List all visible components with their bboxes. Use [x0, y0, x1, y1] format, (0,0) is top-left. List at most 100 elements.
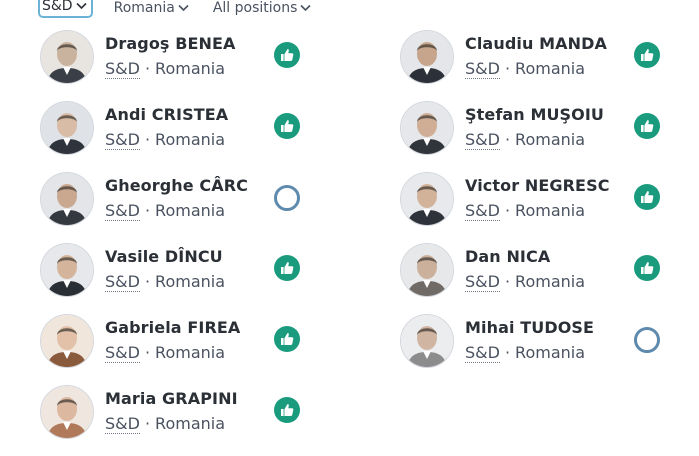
member-row[interactable]: Dan NICA S&D · Romania — [400, 243, 670, 314]
political-group-abbr[interactable]: S&D — [105, 272, 140, 292]
member-name[interactable]: Ştefan MUŞOIU — [465, 105, 609, 124]
member-meta: S&D · Romania — [105, 272, 226, 292]
members-column-left: Dragoş BENEA S&D · Romania Andi CRISTEA S&… — [40, 30, 310, 456]
member-name[interactable]: Vasile DÎNCU — [105, 247, 249, 266]
member-country: Romania — [155, 414, 226, 433]
thumbs-up-icon — [274, 326, 300, 352]
member-country: Romania — [155, 201, 226, 220]
thumbs-up-icon — [274, 255, 300, 281]
member-photo — [400, 30, 454, 84]
member-name[interactable]: Victor NEGRESCU — [465, 176, 609, 195]
member-photo — [40, 172, 94, 226]
member-meta: S&D · Romania — [465, 201, 586, 221]
position-filter-label: All positions — [212, 0, 298, 16]
meta-separator: · — [504, 201, 511, 220]
thumbs-up-icon — [634, 42, 660, 68]
member-row[interactable]: Andi CRISTEA S&D · Romania — [40, 101, 310, 172]
chevron-down-icon — [300, 4, 311, 12]
group-filter-dropdown[interactable]: S&D — [38, 0, 93, 18]
thumbs-up-icon — [634, 184, 660, 210]
member-name[interactable]: Claudiu MANDA — [465, 34, 609, 53]
member-photo — [400, 314, 454, 368]
member-country: Romania — [515, 59, 586, 78]
member-row[interactable]: Mihai TUDOSE S&D · Romania — [400, 314, 670, 385]
meta-separator: · — [144, 343, 151, 362]
chevron-down-icon — [76, 2, 87, 10]
member-meta: S&D · Romania — [105, 130, 226, 150]
political-group-abbr[interactable]: S&D — [465, 130, 500, 150]
empty-circle-icon — [634, 327, 660, 353]
thumbs-up-icon — [274, 397, 300, 423]
meta-separator: · — [504, 272, 511, 291]
member-row[interactable]: Gheorghe CÂRCIU S&D·Romania — [40, 172, 310, 243]
member-name[interactable]: Dragoş BENEA — [105, 34, 249, 53]
member-row[interactable]: Ştefan MUŞOIU S&D · Romania — [400, 101, 670, 172]
member-row[interactable]: Dragoş BENEA S&D · Romania — [40, 30, 310, 101]
member-country: Romania — [515, 272, 586, 291]
meta-separator: · — [504, 59, 511, 78]
thumbs-up-icon — [634, 255, 660, 281]
members-column-right: Claudiu MANDA S&D · Romania Ştefan MUŞOIU … — [400, 30, 670, 385]
member-country: Romania — [155, 343, 226, 362]
member-country: Romania — [155, 272, 226, 291]
member-country: Romania — [515, 130, 586, 149]
country-filter-label: Romania — [113, 0, 175, 16]
chevron-down-icon — [178, 4, 189, 12]
member-meta: S&D · Romania — [465, 272, 586, 292]
member-row[interactable]: Vasile DÎNCU S&D · Romania — [40, 243, 310, 314]
member-row[interactable]: Claudiu MANDA S&D · Romania — [400, 30, 670, 101]
member-meta: S&D · Romania — [105, 201, 226, 221]
member-name[interactable]: Maria GRAPINI — [105, 389, 249, 408]
member-meta: S&D · Romania — [465, 130, 586, 150]
member-name[interactable]: Gabriela FIREA — [105, 318, 249, 337]
member-meta: S&D · Romania — [465, 343, 586, 363]
member-photo — [400, 243, 454, 297]
member-country: Romania — [155, 59, 226, 78]
meta-separator: · — [144, 59, 151, 78]
political-group-abbr[interactable]: S&D — [105, 414, 140, 434]
member-meta: S&D · Romania — [465, 59, 586, 79]
member-photo — [40, 30, 94, 84]
political-group-abbr[interactable]: S&D — [105, 343, 140, 363]
member-row[interactable]: Maria GRAPINI S&D · Romania — [40, 385, 310, 456]
filter-bar: S&D Romania All positions — [0, 0, 332, 18]
member-photo — [40, 243, 94, 297]
political-group-abbr[interactable]: S&D — [465, 272, 500, 292]
member-name[interactable]: Gheorghe CÂRCIU — [105, 176, 249, 195]
meta-separator: · — [144, 414, 151, 433]
member-meta: S&D · Romania — [105, 414, 226, 434]
member-meta: S&D · Romania — [105, 343, 226, 363]
thumbs-up-icon — [634, 113, 660, 139]
member-country: Romania — [515, 343, 586, 362]
political-group-abbr[interactable]: S&D — [465, 59, 500, 79]
meta-separator: · — [144, 201, 151, 220]
political-group-abbr[interactable]: S&D — [105, 201, 140, 221]
member-row[interactable]: Victor NEGRESCU S&D · Romania — [400, 172, 670, 243]
political-group-abbr[interactable]: S&D — [105, 130, 140, 150]
empty-circle-icon — [274, 185, 300, 211]
member-country: Romania — [515, 201, 586, 220]
meta-separator: · — [144, 272, 151, 291]
political-group-abbr[interactable]: S&D — [465, 343, 500, 363]
member-photo — [400, 172, 454, 226]
member-photo — [40, 314, 94, 368]
member-country: Romania — [155, 130, 226, 149]
member-meta: S&D · Romania — [105, 59, 226, 79]
meta-separator: · — [144, 130, 151, 149]
member-row[interactable]: Gabriela FIREA S&D · Romania — [40, 314, 310, 385]
member-name[interactable]: Andi CRISTEA — [105, 105, 249, 124]
thumbs-up-icon — [274, 113, 300, 139]
position-filter-dropdown[interactable]: All positions — [210, 0, 315, 18]
meta-separator: · — [504, 130, 511, 149]
member-name[interactable]: Dan NICA — [465, 247, 609, 266]
member-photo — [400, 101, 454, 155]
thumbs-up-icon — [274, 42, 300, 68]
member-photo — [40, 101, 94, 155]
meta-separator: · — [504, 343, 511, 362]
country-filter-dropdown[interactable]: Romania — [111, 0, 192, 18]
member-photo — [40, 385, 94, 439]
group-filter-label: S&D — [42, 0, 73, 14]
member-name[interactable]: Mihai TUDOSE — [465, 318, 609, 337]
political-group-abbr[interactable]: S&D — [465, 201, 500, 221]
political-group-abbr[interactable]: S&D — [105, 59, 140, 79]
